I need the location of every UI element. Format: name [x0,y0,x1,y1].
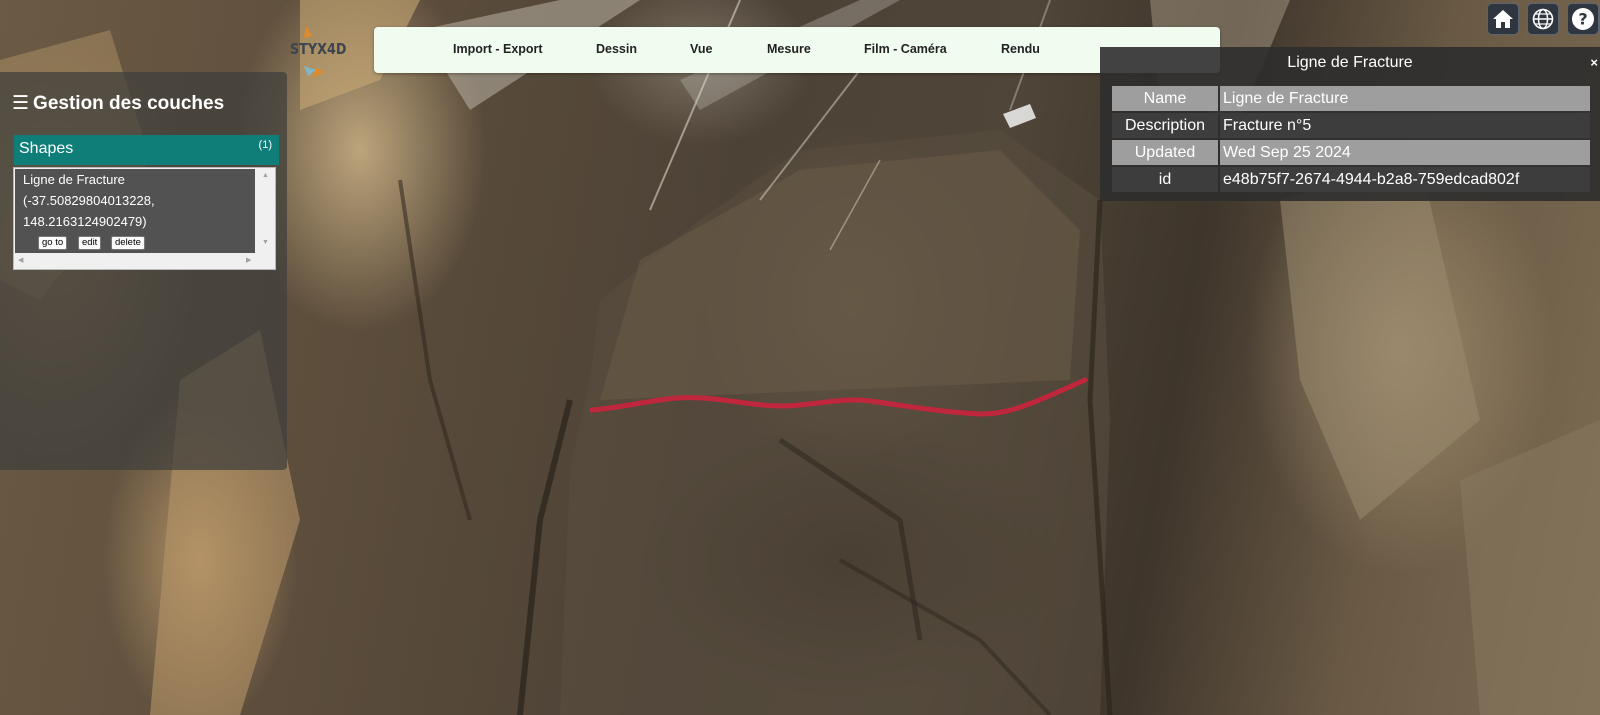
feature-info-panel: Ligne de Fracture × Name Ligne de Fractu… [1100,47,1600,201]
info-value: Wed Sep 25 2024 [1220,140,1590,165]
shapes-label: Shapes [19,140,74,157]
layer-panel-title-text: Gestion des couches [33,93,225,114]
info-row-id: id e48b75f7-2674-4944-b2a8-759edcad802f [1112,167,1590,192]
shape-name: Ligne de Fracture [23,172,125,187]
scroll-right-icon[interactable]: ▶ [246,256,251,264]
svg-text:?: ? [1578,10,1587,29]
horizontal-scrollbar[interactable]: ◀ ▶ [15,254,258,268]
shape-coord-line1: (-37.50829804013228, [23,193,155,208]
info-value: Fracture n°5 [1220,113,1590,138]
close-icon[interactable]: × [1590,55,1598,70]
info-row-description: Description Fracture n°5 [1112,113,1590,138]
goto-button[interactable]: go to [38,236,68,250]
menu-dessin[interactable]: Dessin [596,42,637,56]
shapes-count-badge: (1) [258,139,272,151]
edit-button[interactable]: edit [78,236,102,250]
delete-button[interactable]: delete [111,236,145,250]
menu-import-export[interactable]: Import - Export [453,42,543,56]
info-row-updated: Updated Wed Sep 25 2024 [1112,140,1590,165]
shapes-group-header[interactable]: Shapes (1) [14,135,279,165]
list-item[interactable]: Ligne de Fracture (-37.50829804013228, 1… [15,169,255,253]
home-icon [1493,10,1513,28]
info-key: Description [1112,113,1218,138]
globe-button[interactable] [1527,3,1559,35]
layer-panel-title[interactable]: ☰ Gestion des couches [12,92,224,115]
help-button[interactable]: ? [1567,3,1599,35]
info-key: Updated [1112,140,1218,165]
home-button[interactable] [1487,3,1519,35]
hamburger-menu-icon[interactable]: ☰ [12,92,29,115]
scroll-down-icon[interactable]: ▼ [262,239,269,246]
logo-text: STYX4D [290,40,347,58]
feature-info-title: Ligne de Fracture [1287,54,1413,71]
menu-mesure[interactable]: Mesure [767,42,811,56]
top-menu-bar: Import - Export Dessin Vue Mesure Film -… [374,27,1220,73]
menu-film-camera[interactable]: Film - Caméra [864,42,947,56]
shapes-list: Ligne de Fracture (-37.50829804013228, 1… [13,167,276,270]
info-row-name: Name Ligne de Fracture [1112,86,1590,111]
help-icon: ? [1572,8,1594,30]
globe-icon [1532,8,1554,30]
app-logo: STYX4D [282,26,352,82]
info-value: Ligne de Fracture [1220,86,1590,111]
info-key: id [1112,167,1218,192]
shape-coord-line2: 148.2163124902479) [23,214,147,229]
info-value: e48b75f7-2674-4944-b2a8-759edcad802f [1220,167,1590,192]
vertical-scrollbar[interactable]: ▲ ▼ [258,169,274,253]
layer-panel: ☰ Gestion des couches Shapes (1) Ligne de… [0,72,287,470]
menu-rendu[interactable]: Rendu [1001,42,1040,56]
scroll-up-icon[interactable]: ▲ [262,172,269,179]
scroll-left-icon[interactable]: ◀ [18,256,23,264]
info-key: Name [1112,86,1218,111]
menu-vue[interactable]: Vue [690,42,712,56]
